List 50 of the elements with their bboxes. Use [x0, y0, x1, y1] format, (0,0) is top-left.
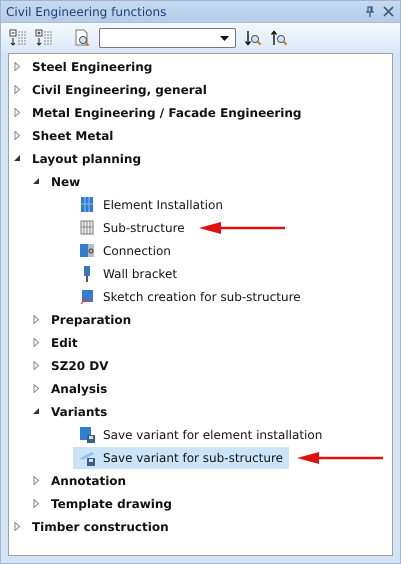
collapse-all-icon[interactable] — [9, 29, 27, 47]
expanded-arrow-icon[interactable] — [32, 407, 41, 416]
grid-icon — [79, 218, 96, 236]
pin-icon[interactable] — [365, 6, 375, 17]
tree-node[interactable]: Analysis — [51, 382, 108, 396]
collapsed-arrow-icon[interactable] — [13, 108, 22, 117]
tree-item[interactable]: Element Installation — [73, 194, 229, 216]
dropdown-arrow-icon[interactable] — [220, 36, 229, 40]
collapsed-arrow-icon[interactable] — [13, 85, 22, 94]
collapsed-arrow-icon[interactable] — [13, 62, 22, 71]
collapsed-arrow-icon[interactable] — [13, 131, 22, 140]
expand-all-icon[interactable] — [35, 29, 53, 47]
collapsed-arrow-icon[interactable] — [32, 361, 41, 370]
tree-item[interactable]: Wall bracket — [73, 262, 184, 284]
expanded-arrow-icon[interactable] — [32, 177, 41, 186]
save-panel-icon — [79, 426, 96, 444]
tree-item[interactable]: Connection — [73, 240, 177, 262]
tree-node[interactable]: Metal Engineering / Facade Engineering — [32, 106, 302, 120]
window-title: Civil Engineering functions — [6, 4, 168, 18]
tree-item[interactable]: Save variant for element installation — [73, 424, 328, 446]
close-icon[interactable] — [383, 6, 394, 17]
tree-node[interactable]: Steel Engineering — [32, 60, 152, 74]
search-combo[interactable] — [99, 28, 236, 48]
tree-node[interactable]: SZ20 DV — [51, 358, 108, 372]
tree-node[interactable]: Timber construction — [32, 520, 169, 534]
collapsed-arrow-icon[interactable] — [32, 499, 41, 508]
sketch-icon — [79, 288, 96, 306]
collapsed-arrow-icon[interactable] — [32, 315, 41, 324]
tree-node[interactable]: Template drawing — [51, 496, 172, 510]
tree-node[interactable]: Variants — [51, 404, 108, 418]
expanded-arrow-icon[interactable] — [13, 154, 22, 163]
collapsed-arrow-icon[interactable] — [13, 522, 22, 531]
collapsed-arrow-icon[interactable] — [32, 338, 41, 347]
find-previous-icon[interactable] — [270, 29, 288, 47]
collapsed-arrow-icon[interactable] — [32, 476, 41, 485]
tree-item[interactable]: Sub-structure — [73, 216, 191, 238]
tree-node[interactable]: Annotation — [51, 474, 126, 488]
find-document-icon[interactable] — [73, 29, 91, 47]
tree-node[interactable]: Sheet Metal — [32, 128, 114, 142]
tree-item[interactable]: Sketch creation for sub-structure — [73, 286, 307, 308]
tree-node[interactable]: Preparation — [51, 312, 132, 326]
collapsed-arrow-icon[interactable] — [32, 384, 41, 393]
panel-icon — [79, 196, 96, 214]
tree-item[interactable]: Save variant for sub-structure — [73, 446, 290, 468]
find-next-icon[interactable] — [244, 29, 262, 47]
tree-node[interactable]: Edit — [51, 336, 78, 350]
connection-icon — [79, 242, 96, 260]
tree-node[interactable]: New — [51, 174, 80, 188]
tree-node[interactable]: Civil Engineering, general — [32, 82, 207, 96]
tree-node[interactable]: Layout planning — [32, 152, 142, 166]
